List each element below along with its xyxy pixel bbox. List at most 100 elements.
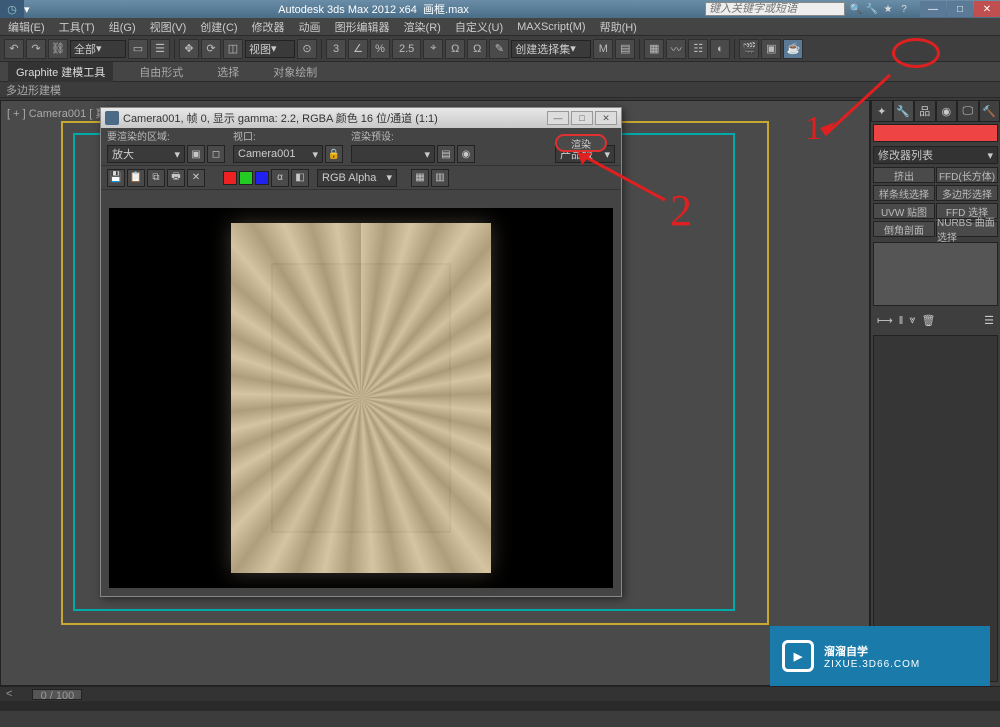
make-unique-icon[interactable]: ⩔ [909,314,915,327]
menu-customize[interactable]: 自定义(U) [455,19,503,35]
tab-motion-icon[interactable]: ◉ [936,100,958,122]
show-result-icon[interactable]: ‖ [899,315,904,327]
rfw-channel-select[interactable]: RGB Alpha▾ [317,169,397,187]
rfw-preset-a-icon[interactable]: ▤ [437,145,455,163]
mod-btn-poly[interactable]: 多边形选择 [936,185,998,201]
rfw-area-select[interactable]: 放大▾ [107,145,185,163]
rfw-area-edit-icon[interactable]: ▣ [187,145,205,163]
material-icon[interactable]: ◐ [710,39,730,59]
rfw-copy-icon[interactable]: 📋 [127,169,145,187]
curve-editor-icon[interactable]: 〰 [666,39,686,59]
edit-icon[interactable]: ✎ [489,39,509,59]
schematic-icon[interactable]: ☷ [688,39,708,59]
ribbon-tab-freeform[interactable]: 自由形式 [131,62,191,82]
link-icon[interactable]: ⛓ [48,39,68,59]
menu-create[interactable]: 创建(C) [200,19,237,35]
mod-btn-spline[interactable]: 样条线选择 [873,185,935,201]
mod-btn-ffd-box[interactable]: FFD(长方体) [936,167,998,183]
help-icon[interactable]: ? [897,2,911,16]
rfw-save-icon[interactable]: 💾 [107,169,125,187]
tab-create-icon[interactable]: ✦ [871,100,893,122]
mod-btn-bevel[interactable]: 倒角剖面 [873,221,935,237]
timeline-ruler[interactable] [0,701,1000,711]
redo-icon[interactable]: ↷ [26,39,46,59]
select-name-icon[interactable]: ☰ [150,39,170,59]
render-production-icon[interactable]: ☕ [783,39,803,59]
menu-animation[interactable]: 动画 [299,19,321,35]
search-icon[interactable]: 🔍 [849,2,863,16]
angle-snap-icon[interactable]: ∠ [348,39,368,59]
time-knob[interactable]: 0 / 100 [32,689,82,700]
mirror-icon[interactable]: M [593,39,613,59]
scale-icon[interactable]: ◫ [223,39,243,59]
mod-btn-uvw[interactable]: UVW 贴图 [873,203,935,219]
mod-btn-extrude[interactable]: 挤出 [873,167,935,183]
frame-back-icon[interactable]: < [6,688,12,700]
star-icon[interactable]: ★ [881,2,895,16]
tab-modify-icon[interactable]: 🔧 [893,100,915,122]
menu-render[interactable]: 渲染(R) [404,19,441,35]
tab-hierarchy-icon[interactable]: 品 [914,100,936,122]
maximize-button[interactable]: □ [947,1,973,17]
spinner-snap[interactable]: 2.5 [392,39,421,59]
minimize-button[interactable]: — [920,1,946,17]
object-color-swatch[interactable] [873,124,998,142]
app-logo-icon[interactable]: ◷ [0,0,24,18]
magnet-b-icon[interactable]: Ω [467,39,487,59]
ref-coord[interactable]: 视图 ▾ [245,40,295,58]
rfw-preset-select[interactable]: ▾ [351,145,435,163]
menu-graph[interactable]: 图形编辑器 [335,19,390,35]
percent-snap-icon[interactable]: % [370,39,390,59]
rfw-clone-icon[interactable]: ⧉ [147,169,165,187]
mod-btn-nurbs[interactable]: NURBS 曲面选择 [936,221,998,237]
menu-view[interactable]: 视图(V) [150,19,187,35]
rfw-close-button[interactable]: ✕ [595,111,617,125]
undo-icon[interactable]: ↶ [4,39,24,59]
rfw-print-icon[interactable]: 🖶 [167,169,185,187]
select-icon[interactable]: ▭ [128,39,148,59]
wrench-icon[interactable]: 🔧 [865,2,879,16]
rfw-area-auto-icon[interactable]: ◻ [207,145,225,163]
rfw-blue-channel[interactable] [255,171,269,185]
selection-filter[interactable]: 全部 ▾ [70,40,126,58]
menu-group[interactable]: 组(G) [109,19,136,35]
ribbon-tab-graphite[interactable]: Graphite 建模工具 [8,62,113,82]
modifier-stack[interactable] [873,242,998,306]
remove-mod-icon[interactable]: 🗑 [922,314,936,327]
pivot-icon[interactable]: ⊙ [297,39,317,59]
align-icon[interactable]: ▤ [615,39,635,59]
menu-help[interactable]: 帮助(H) [600,19,637,35]
move-icon[interactable]: ✥ [179,39,199,59]
time-slider[interactable]: < 0 / 100 [0,687,1000,701]
ribbon-tab-paint[interactable]: 对象绘制 [265,62,325,82]
rfw-overlay-a-icon[interactable]: ▦ [411,169,429,187]
rfw-render-button[interactable]: 渲染 [555,134,607,152]
named-sets[interactable]: 创建选择集 ▾ [511,40,591,58]
app-menu-icon[interactable]: ▾ [24,3,42,16]
menu-modifiers[interactable]: 修改器 [252,19,285,35]
tab-display-icon[interactable]: 🖵 [957,100,979,122]
render-frame-icon[interactable]: ▣ [761,39,781,59]
modifier-list-dropdown[interactable]: 修改器列表▾ [873,146,998,164]
rfw-canvas[interactable] [109,208,613,588]
rfw-lock-icon[interactable]: 🔒 [325,145,343,163]
rfw-vp-select[interactable]: Camera001▾ [233,145,323,163]
rfw-red-channel[interactable] [223,171,237,185]
rfw-overlay-b-icon[interactable]: ▥ [431,169,449,187]
snap-icon[interactable]: 3 [326,39,346,59]
rotate-icon[interactable]: ⟳ [201,39,221,59]
layers-icon[interactable]: ▦ [644,39,664,59]
rfw-max-button[interactable]: □ [571,111,593,125]
rfw-titlebar[interactable]: Camera001, 帧 0, 显示 gamma: 2.2, RGBA 颜色 1… [101,108,621,128]
help-search-input[interactable] [705,2,845,16]
rfw-clear-icon[interactable]: ✕ [187,169,205,187]
rfw-min-button[interactable]: — [547,111,569,125]
close-button[interactable]: ✕ [974,1,1000,17]
rfw-preset-b-icon[interactable]: ◉ [457,145,475,163]
menu-edit[interactable]: 编辑(E) [8,19,45,35]
pin-stack-icon[interactable]: ⟼ [877,314,893,327]
configure-icon[interactable]: ☰ [984,314,994,327]
rfw-mono-icon[interactable]: ◧ [291,169,309,187]
magnet-a-icon[interactable]: Ω [445,39,465,59]
ribbon-tab-select[interactable]: 选择 [209,62,247,82]
